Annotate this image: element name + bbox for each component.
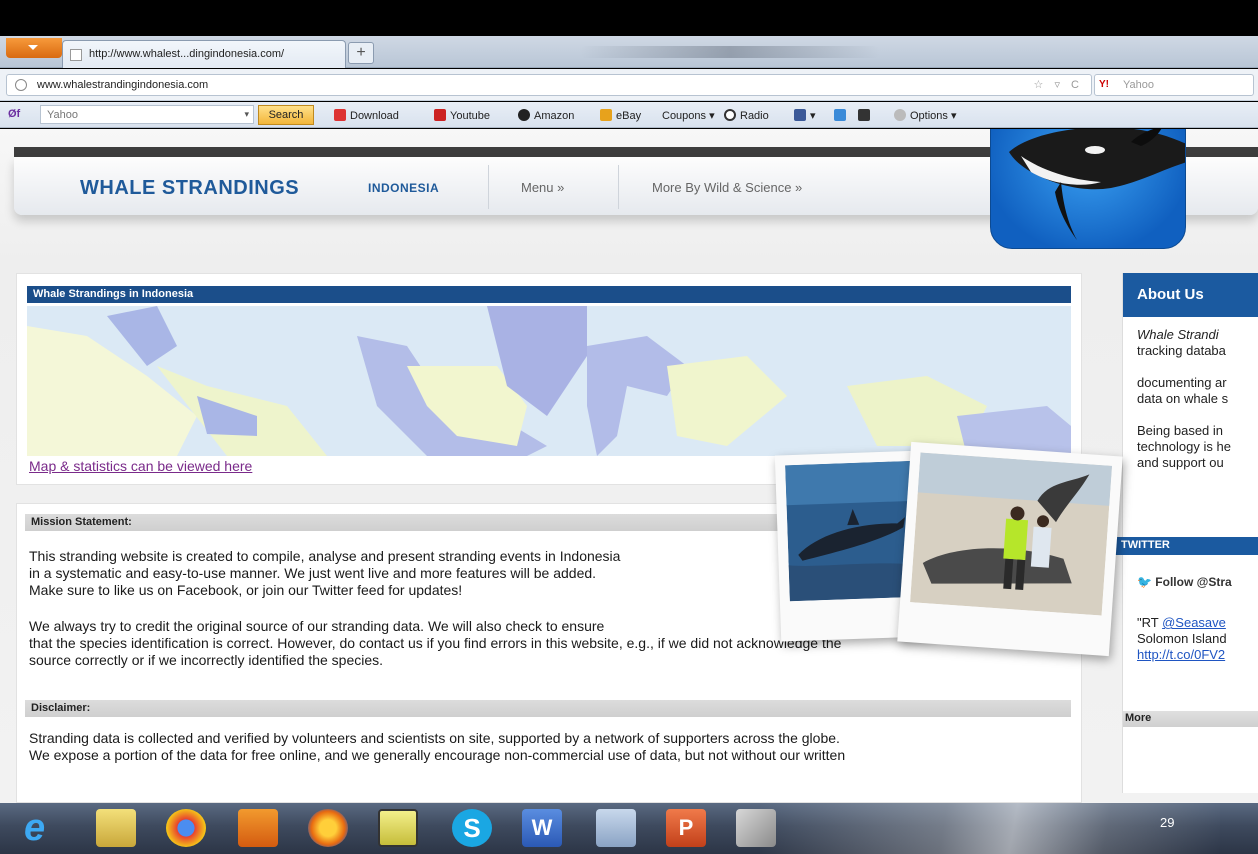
page-icon [70,49,82,61]
word-icon[interactable]: W [522,809,562,847]
photo-image [785,460,920,602]
web-page: WHALE STRANDINGS INDONESIA Menu » More B… [0,129,1258,803]
stranded-whale-photo[interactable] [897,441,1123,657]
about-line: Whale Strandi [1137,327,1219,342]
app-icon [834,109,846,121]
toolbar-search-input[interactable]: Yahoo ▾ [40,105,254,124]
divider [488,165,489,209]
toolbar-search-button[interactable]: Search [258,105,314,125]
about-line: technology is he [1137,439,1231,454]
addon-toolbar: Øf Yahoo ▾ Search Download Youtube Amazo… [0,102,1258,128]
search-engine-label: Yahoo [1123,79,1154,91]
snipping-tool-icon[interactable] [736,809,776,847]
about-line: Being based in [1137,423,1224,438]
disclaimer-line: Stranding data is collected and verified… [29,730,840,746]
site-subtitle: INDONESIA [368,181,440,195]
calculator-icon[interactable] [596,809,636,847]
amazon-icon [518,109,530,121]
mission-line: Make sure to like us on Facebook, or joi… [29,582,463,598]
tweet-link[interactable]: http://t.co/0FV2 [1137,647,1225,663]
internet-explorer-icon[interactable]: e [24,809,64,847]
mission-line: We always try to credit the original sou… [29,618,605,634]
mission-line: in a systematic and easy-to-use manner. … [29,565,597,581]
tweet-handle-link[interactable]: @Seasave [1162,615,1226,630]
toolbar-options[interactable]: Options ▾ [894,109,957,123]
whale-logo[interactable] [990,129,1186,249]
twitter-heading: TWITTER [1115,537,1258,555]
file-explorer-icon[interactable] [96,809,136,847]
indonesia-map[interactable] [27,306,1071,456]
toolbar-logo[interactable]: Øf [8,108,20,120]
outlook-icon[interactable] [238,809,278,847]
youtube-icon [434,109,446,121]
about-heading: About Us [1123,273,1258,317]
browser-tab-bar: http://www.whalest...dingindonesia.com/ … [0,36,1258,68]
powerpoint-icon[interactable]: P [666,809,706,847]
chevron-down-icon: ▾ [244,109,249,119]
about-line: documenting ar [1137,375,1227,390]
chrome-icon[interactable] [166,809,206,847]
facebook-icon [794,109,806,121]
disclaimer-heading: Disclaimer: [25,700,1071,717]
more-by-link[interactable]: More By Wild & Science » [652,180,802,195]
divider [618,165,619,209]
mission-line: source correctly or if we incorrectly id… [29,652,384,668]
menu-link[interactable]: Menu » [521,180,564,195]
toolbar-facebook[interactable]: ▾ [794,109,816,123]
photo-image [910,452,1113,616]
download-icon [334,109,346,121]
toolbar-search-placeholder: Yahoo [47,109,78,121]
map-graphic [27,306,1071,456]
toolbar-coupons[interactable]: Coupons ▾ [662,109,715,123]
browser-nav-bar: www.whalestrandingindonesia.com ☆ ▿ C Y!… [0,69,1258,101]
more-heading: More [1123,711,1258,727]
tab-title: http://www.whalest...dingindonesia.com/ [89,48,285,60]
windows-taskbar: e S W P 29 [0,803,1258,854]
mission-line: that the species identification is corre… [29,635,842,651]
radio-icon [724,109,736,121]
desktop-screen: http://www.whalest...dingindonesia.com/ … [0,0,1258,854]
toolbar-amazon[interactable]: Amazon [518,109,574,123]
toolbar-ebay[interactable]: eBay [600,109,641,123]
tweet-line: "RT @Seasave [1137,615,1226,630]
new-tab-button[interactable]: + [348,42,374,64]
tweet-line: Solomon Island [1137,631,1227,646]
taskbar-gloss [760,803,1220,854]
twitter-follow-button[interactable]: 🐦 Follow @Stra [1137,575,1232,589]
taskbar-clock[interactable]: 29 [1160,815,1174,830]
reload-controls[interactable]: ☆ ▿ C [1034,78,1083,91]
toolbar-app-b[interactable] [858,109,874,123]
firefox-icon[interactable] [308,809,348,847]
map-statistics-link[interactable]: Map & statistics can be viewed here [29,458,252,474]
yahoo-icon: Y! [1099,79,1109,90]
orca-icon [1009,129,1185,240]
skype-icon[interactable]: S [452,809,492,847]
chevron-down-icon [28,45,38,50]
toolbar-radio[interactable]: Radio [724,109,769,123]
globe-icon [15,79,27,91]
gear-icon [894,109,906,121]
toolbar-download[interactable]: Download [334,109,399,123]
app-icon [858,109,870,121]
site-title[interactable]: WHALE STRANDINGS [80,177,299,200]
address-text: www.whalestrandingindonesia.com [37,79,209,91]
firefox-menu-button[interactable] [6,38,62,58]
browser-search-box[interactable]: Y! Yahoo [1094,74,1254,96]
notes-icon[interactable] [378,809,418,847]
toolbar-youtube[interactable]: Youtube [434,109,490,123]
twitter-bird-icon: 🐦 [1137,575,1152,589]
disclaimer-line: We expose a portion of the data for free… [29,747,846,763]
ebay-icon [600,109,612,121]
map-section-title: Whale Strandings in Indonesia [27,286,1071,303]
about-line: and support ou [1137,455,1224,470]
browser-tab-active[interactable]: http://www.whalest...dingindonesia.com/ [62,40,346,68]
blurred-window-title [580,46,880,58]
sidebar: About Us Whale Strandi tracking databa d… [1115,273,1258,793]
about-line: data on whale s [1137,391,1229,406]
about-line: tracking databa [1137,343,1226,358]
address-bar[interactable]: www.whalestrandingindonesia.com ☆ ▿ C [6,74,1092,96]
toolbar-app-a[interactable] [834,109,850,123]
mission-line: This stranding website is created to com… [29,548,621,564]
